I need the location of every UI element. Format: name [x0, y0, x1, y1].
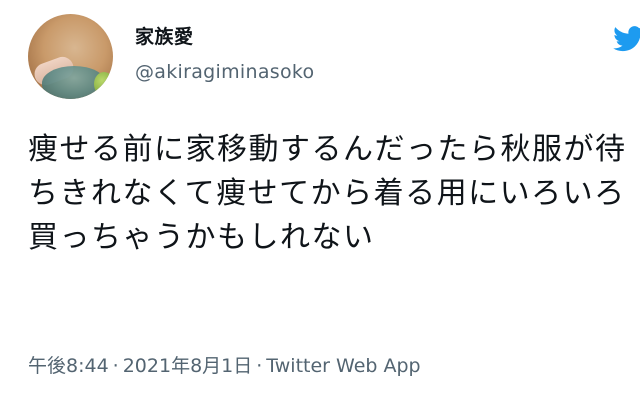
- author-handle[interactable]: @akiragiminasoko: [135, 60, 314, 84]
- author-display-name[interactable]: 家族愛: [135, 26, 194, 48]
- meta-separator: ·: [112, 355, 119, 377]
- meta-separator-2: ·: [256, 355, 263, 377]
- twitter-bird-icon[interactable]: [610, 26, 640, 52]
- tweet-time[interactable]: 午後8:44: [28, 355, 109, 377]
- tweet-source[interactable]: Twitter Web App: [266, 355, 420, 377]
- tweet-date[interactable]: 2021年8月1日: [123, 355, 253, 377]
- avatar-lime-shape: [94, 72, 113, 96]
- avatar[interactable]: [28, 14, 113, 99]
- tweet-text: 痩せる前に家移動するんだったら秋服が待ちきれなくて痩せてから着る用にいろいろ買っ…: [28, 132, 627, 255]
- tweet-meta: 午後8:44 · 2021年8月1日 · Twitter Web App: [28, 353, 421, 379]
- twitter-bird-icon-svg: [613, 26, 640, 52]
- tweet-card: 家族愛 @akiragiminasoko 痩せる前に家移動するんだったら秋服が待…: [0, 0, 640, 402]
